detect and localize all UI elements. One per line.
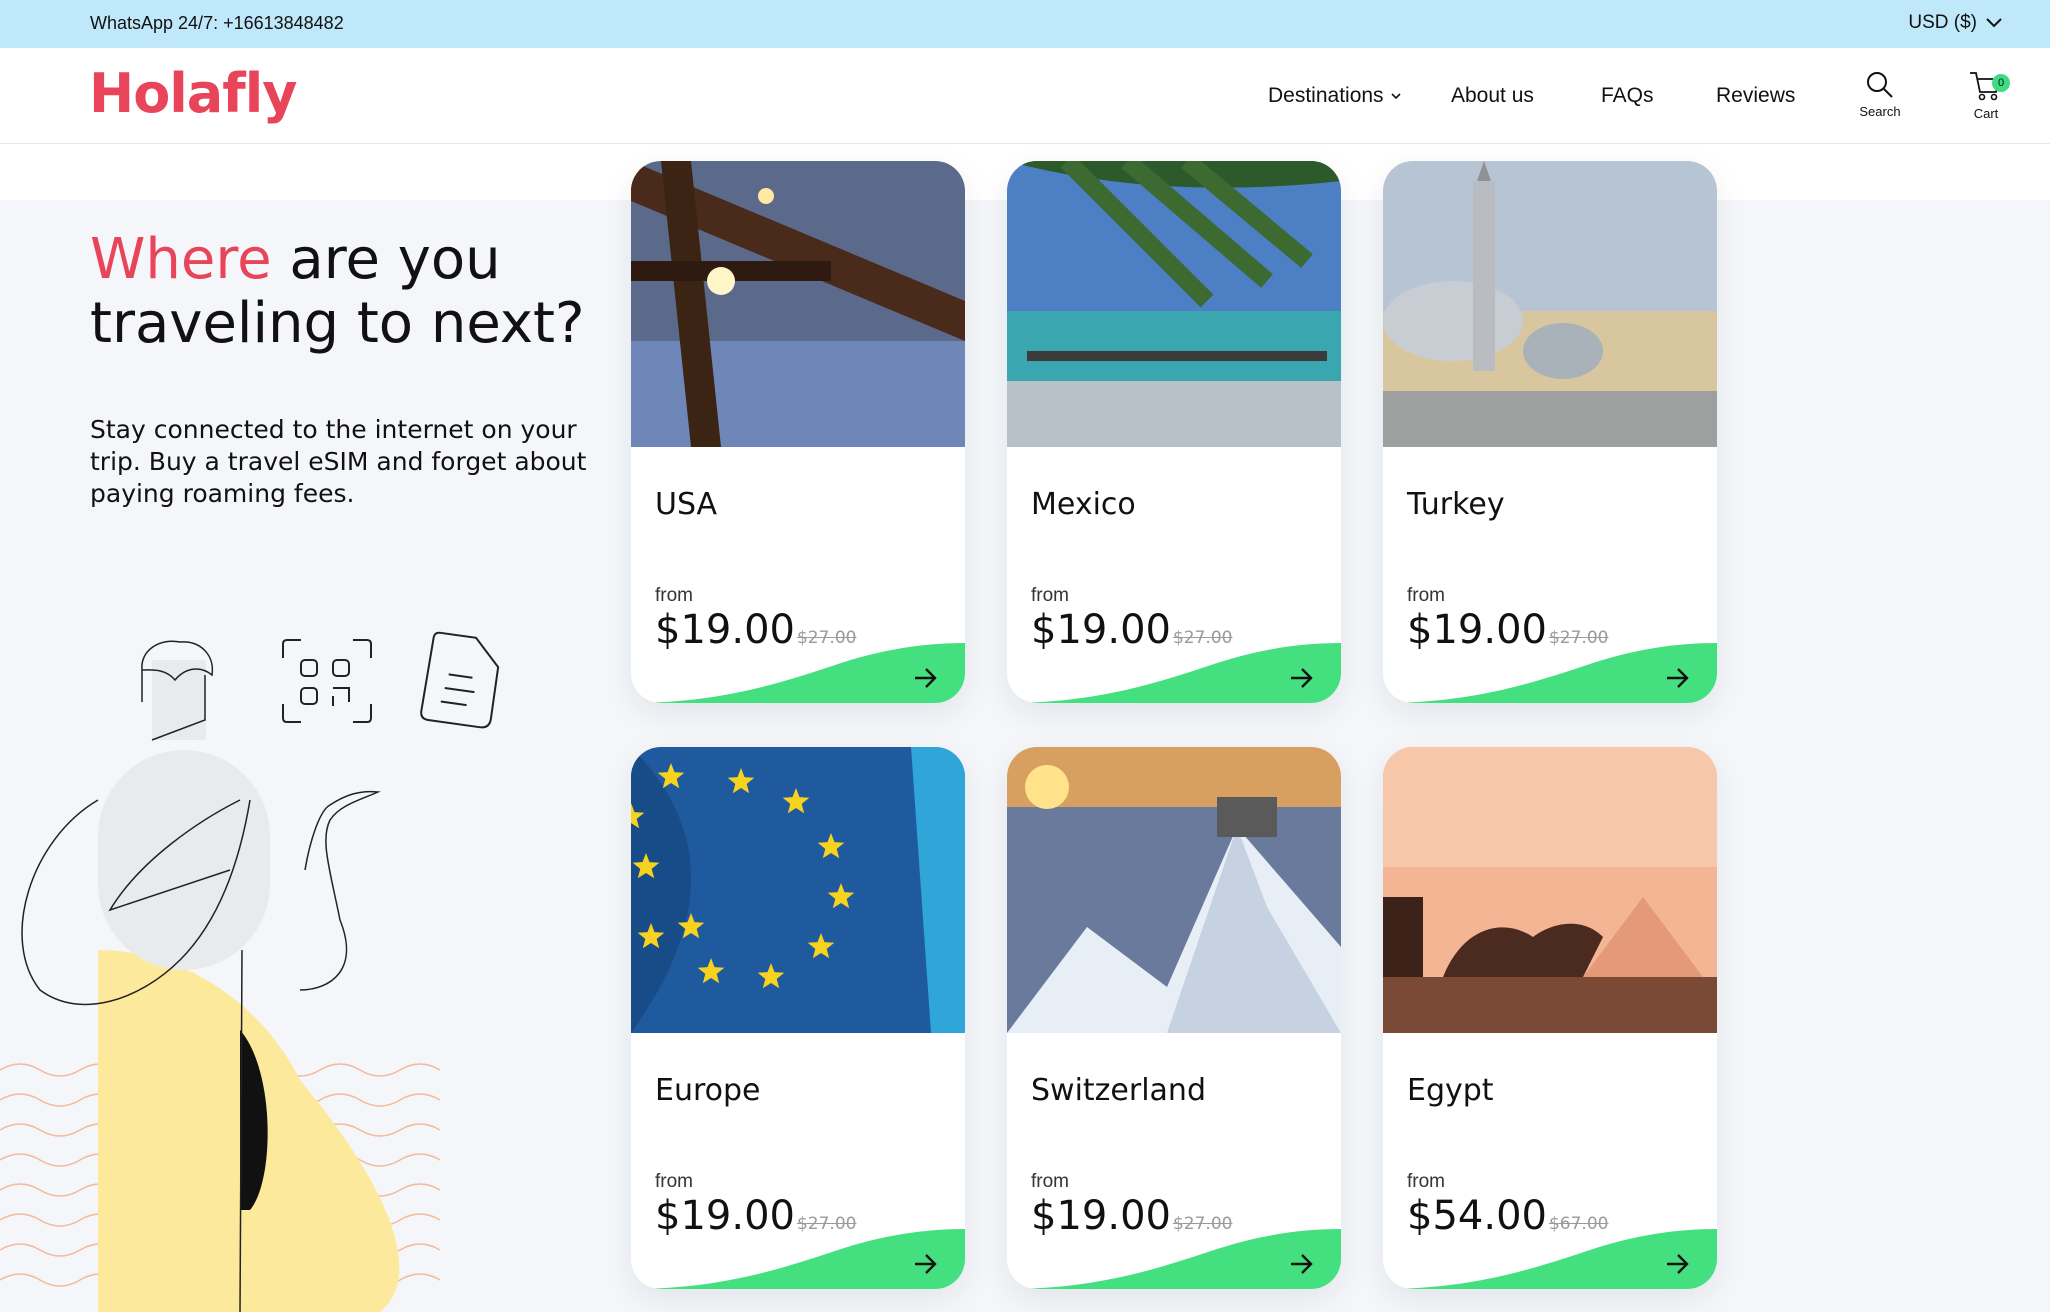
arrow-right-icon[interactable]: [913, 1253, 939, 1275]
destination-image: [1383, 747, 1717, 1033]
arrow-right-icon[interactable]: [1665, 1253, 1691, 1275]
price-from-label: from: [655, 585, 693, 606]
search-button[interactable]: Search: [1850, 70, 1910, 119]
search-icon: [1867, 72, 1893, 98]
qr-code-icon: [282, 639, 372, 723]
nav-about[interactable]: About us: [1451, 84, 1534, 108]
price-from-label: from: [1407, 585, 1445, 606]
cart-label: Cart: [1973, 106, 1999, 121]
destination-name: USA: [655, 487, 718, 522]
hero-description: Stay connected to the internet on your t…: [90, 415, 587, 508]
destination-card-mexico[interactable]: Mexico from $19.00 $27.00: [1007, 161, 1341, 703]
destination-card-egypt[interactable]: Egypt from $54.00 $67.00: [1383, 747, 1717, 1289]
destination-name: Egypt: [1407, 1073, 1494, 1108]
price-from-label: from: [655, 1171, 693, 1192]
nav-faqs-label: FAQs: [1601, 84, 1654, 107]
destination-card-turkey[interactable]: Turkey from $19.00 $27.00: [1383, 161, 1717, 703]
destination-image: [631, 161, 965, 447]
arrow-right-icon[interactable]: [1289, 667, 1315, 689]
site-header: Holafly Destinations About us FAQs Revie…: [0, 48, 2050, 144]
hero-title-accent: Where: [90, 227, 272, 292]
price-from-label: from: [1407, 1171, 1445, 1192]
nav-destinations[interactable]: Destinations: [1268, 84, 1402, 108]
arrow-right-icon[interactable]: [1289, 1253, 1315, 1275]
destination-name: Turkey: [1407, 487, 1505, 522]
nav-faqs[interactable]: FAQs: [1601, 84, 1654, 108]
cart-button[interactable]: Cart 0: [1956, 70, 2016, 121]
destination-name: Mexico: [1031, 487, 1136, 522]
document-icon: [420, 631, 500, 729]
traveler-illustration: [0, 631, 500, 1312]
destination-image: [631, 747, 965, 1033]
hero-title: Where are you traveling to next?: [90, 228, 610, 356]
head: [152, 660, 206, 740]
destination-image: [1383, 161, 1717, 447]
nav-destinations-label: Destinations: [1268, 84, 1384, 107]
nav-about-label: About us: [1451, 84, 1534, 107]
currency-label: USD ($): [1908, 12, 1977, 33]
currency-selector[interactable]: USD ($): [1908, 12, 2003, 34]
chevron-down-icon: [1390, 93, 1401, 100]
destination-card-switzerland[interactable]: Switzerland from $19.00 $27.00: [1007, 747, 1341, 1289]
nav-reviews[interactable]: Reviews: [1716, 84, 1795, 108]
price-from-label: from: [1031, 585, 1069, 606]
whatsapp-contact[interactable]: WhatsApp 24/7: +16613848482: [90, 13, 344, 34]
nav-reviews-label: Reviews: [1716, 84, 1796, 107]
cart-count-badge: 0: [1992, 74, 2010, 92]
chevron-down-icon: [1986, 18, 2002, 28]
price-from-label: from: [1031, 1171, 1069, 1192]
holafly-logo[interactable]: Holafly: [89, 62, 297, 125]
destination-card-usa[interactable]: USA from $19.00 $27.00: [631, 161, 965, 703]
top-bar: WhatsApp 24/7: +16613848482 USD ($): [0, 0, 2050, 48]
destination-card-europe[interactable]: Europe from $19.00 $27.00: [631, 747, 965, 1289]
body-grey: [98, 750, 270, 970]
arrow-right-icon[interactable]: [913, 667, 939, 689]
raised-arm: [299, 790, 381, 991]
destination-name: Switzerland: [1031, 1073, 1206, 1108]
destination-image: [1007, 747, 1341, 1033]
arrow-right-icon[interactable]: [1665, 667, 1691, 689]
destination-image: [1007, 161, 1341, 447]
destination-name: Europe: [655, 1073, 761, 1108]
search-label: Search: [1859, 104, 1901, 119]
